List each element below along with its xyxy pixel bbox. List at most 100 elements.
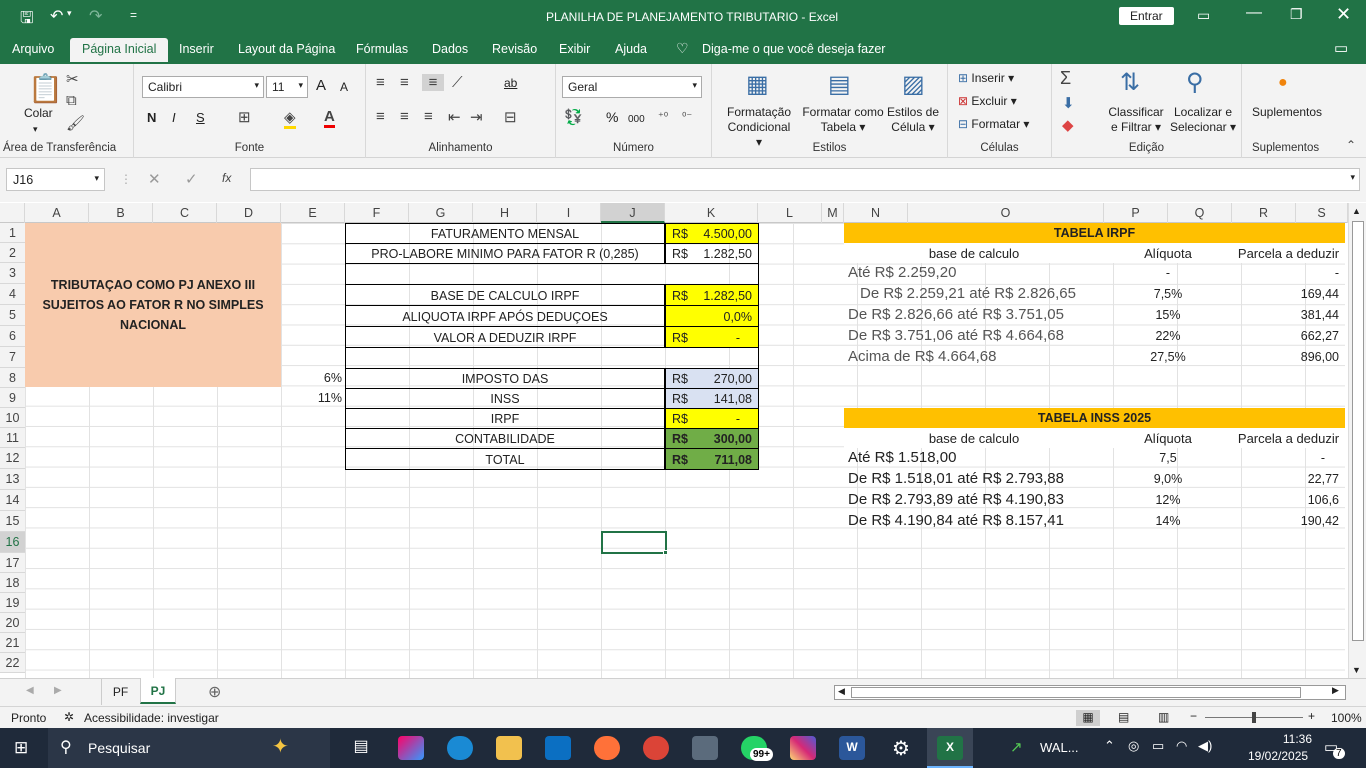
cell-styles-icon[interactable]: ▨ xyxy=(902,70,925,99)
base-value[interactable]: R$ 1.282,50 xyxy=(665,284,759,306)
contab-label[interactable]: CONTABILIDADE xyxy=(345,428,665,449)
tab-exibir[interactable]: Exibir xyxy=(559,42,590,56)
inss-row-aliq[interactable]: 7,5 xyxy=(1104,451,1232,465)
comments-icon[interactable]: ▭ xyxy=(1334,39,1348,57)
align-middle-icon[interactable]: ≡ xyxy=(400,74,409,91)
comma-style-button[interactable]: 000 xyxy=(628,112,645,127)
col-header-d[interactable]: D xyxy=(217,203,281,223)
find-select-icon[interactable]: ⚲ xyxy=(1186,68,1204,97)
increase-decimal-icon[interactable]: ⁺⁰ xyxy=(658,110,668,123)
file-explorer-icon[interactable] xyxy=(496,736,522,760)
inss-row-base[interactable]: Até R$ 1.518,00 xyxy=(848,449,1104,469)
das-label[interactable]: IMPOSTO DAS xyxy=(345,368,665,389)
normal-view-icon[interactable]: ▦ xyxy=(1076,710,1100,726)
total-label[interactable]: TOTAL xyxy=(345,448,665,470)
inss-row-aliq[interactable]: 12% xyxy=(1104,493,1232,507)
total-value[interactable]: R$ 711,08 xyxy=(665,448,759,470)
row-header-8[interactable]: 8 xyxy=(0,368,25,388)
irpf-row-base[interactable]: De R$ 2.826,66 até R$ 3.751,05 xyxy=(848,306,1104,326)
camera-icon[interactable]: ◎ xyxy=(1128,738,1139,754)
vertical-scrollbar[interactable]: ▲ ▼ xyxy=(1348,203,1366,678)
row-header-9[interactable]: 9 xyxy=(0,388,25,408)
horizontal-scrollbar[interactable]: ◀ xyxy=(834,685,1346,700)
col-header-k[interactable]: K xyxy=(665,203,758,223)
row-header-19[interactable]: 19 xyxy=(0,593,25,613)
inss-row-base[interactable]: De R$ 1.518,01 até R$ 2.793,88 xyxy=(848,470,1104,490)
sort-filter-button[interactable]: Classificar e Filtrar ▾ xyxy=(1106,105,1166,135)
row-header-4[interactable]: 4 xyxy=(0,284,25,305)
sort-filter-icon[interactable]: ⇅ xyxy=(1120,68,1140,97)
tab-sheet-pj[interactable]: PJ xyxy=(140,678,176,704)
font-family-select[interactable]: Calibri ▾ xyxy=(142,76,264,98)
row-header-3[interactable]: 3 xyxy=(0,263,25,284)
col-header-l[interactable]: L xyxy=(758,203,822,223)
tab-inserir[interactable]: Inserir xyxy=(179,42,214,56)
row-header-14[interactable]: 14 xyxy=(0,490,25,511)
stock-icon[interactable]: ↗ xyxy=(1010,738,1023,756)
ribbon-display-icon[interactable]: ▭ xyxy=(1197,7,1210,24)
copilot-icon[interactable] xyxy=(398,736,424,760)
col-header-m[interactable]: M xyxy=(822,203,844,223)
col-header-g[interactable]: G xyxy=(409,203,473,223)
col-header-h[interactable]: H xyxy=(473,203,537,223)
borders-icon[interactable]: ⊞ xyxy=(238,108,251,126)
irpf-row-base[interactable]: Acima de R$ 4.664,68 xyxy=(848,348,1104,368)
tab-dados[interactable]: Dados xyxy=(432,42,468,56)
insert-function-icon[interactable]: fx xyxy=(222,171,231,185)
autosum-icon[interactable]: Σ xyxy=(1060,68,1071,89)
addins-button[interactable]: Suplementos xyxy=(1252,105,1322,120)
accessibility-icon[interactable]: ✲ xyxy=(64,710,74,724)
format-painter-icon[interactable]: 🖌 xyxy=(66,114,85,132)
zoom-in-icon[interactable]: + xyxy=(1308,709,1315,723)
irpf-row-ded[interactable]: 381,44 xyxy=(1232,308,1339,322)
irpf-table-h2[interactable]: Alíquota xyxy=(1104,243,1232,263)
name-box[interactable]: J16 ▾ xyxy=(6,168,105,191)
excel-taskbar-button[interactable]: X xyxy=(927,728,973,768)
prev-sheet-icon[interactable]: ◀ xyxy=(26,685,34,696)
irpf-row-aliq[interactable]: 15% xyxy=(1104,308,1232,322)
bold-button[interactable]: N xyxy=(147,110,156,125)
inss-table-h1[interactable]: base de calculo xyxy=(844,428,1104,448)
irpf-row-aliq[interactable]: - xyxy=(1104,266,1232,280)
aliquota-value[interactable]: 0,0% xyxy=(665,305,759,327)
undo-dropdown-icon[interactable]: ▾ xyxy=(67,8,72,19)
scroll-left-icon[interactable]: ◀ xyxy=(838,686,845,697)
fill-handle[interactable] xyxy=(663,550,668,555)
scroll-down-icon[interactable]: ▼ xyxy=(1352,665,1361,675)
row-header-18[interactable]: 18 xyxy=(0,573,25,593)
irpf-table-title[interactable]: TABELA IRPF xyxy=(844,223,1345,243)
inss-row-aliq[interactable]: 14% xyxy=(1104,514,1232,528)
customize-qat-icon[interactable]: = xyxy=(130,8,137,22)
undo-icon[interactable]: ↶ xyxy=(50,6,63,26)
zoom-out-icon[interactable]: − xyxy=(1190,709,1197,723)
inss-row-ded[interactable]: 190,42 xyxy=(1232,514,1339,528)
accessibility-status[interactable]: Acessibilidade: investigar xyxy=(84,711,219,725)
worksheet-grid[interactable]: TRIBUTAÇAO COMO PJ ANEXO III SUJEITOS AO… xyxy=(25,223,1345,678)
deduzir-value[interactable]: R$ - xyxy=(665,326,759,348)
inss-label[interactable]: INSS xyxy=(345,388,665,409)
percent-button[interactable]: % xyxy=(606,110,618,125)
next-sheet-icon[interactable]: ▶ xyxy=(54,685,62,696)
base-label[interactable]: BASE DE CALCULO IRPF xyxy=(345,284,665,306)
blank-row-3[interactable] xyxy=(345,263,759,285)
col-header-a[interactable]: A xyxy=(25,203,89,223)
mail-icon[interactable] xyxy=(545,736,571,760)
fill-color-icon[interactable]: ◈ xyxy=(284,108,296,129)
col-header-p[interactable]: P xyxy=(1104,203,1168,223)
zoom-slider-thumb[interactable] xyxy=(1252,712,1256,723)
wifi-icon[interactable]: ◠ xyxy=(1176,738,1187,754)
tab-pagina-inicial[interactable]: Página Inicial xyxy=(70,38,169,64)
save-icon[interactable]: 🖫 xyxy=(20,7,34,34)
deduzir-label[interactable]: VALOR A DEDUZIR IRPF xyxy=(345,326,665,348)
tab-layout[interactable]: Layout da Página xyxy=(238,42,335,56)
accounting-format-icon[interactable]: 💱 xyxy=(564,108,583,126)
tab-sheet-pf[interactable]: PF xyxy=(101,679,139,705)
irpf-row-aliq[interactable]: 7,5% xyxy=(1104,287,1232,301)
firefox-icon[interactable] xyxy=(594,736,620,760)
irpf-value[interactable]: R$ - xyxy=(665,408,759,429)
row-header-21[interactable]: 21 xyxy=(0,633,25,653)
faturamento-value[interactable]: R$ 4.500,00 xyxy=(665,223,759,244)
inss-row-ded[interactable]: 106,6 xyxy=(1232,493,1339,507)
prolabore-label[interactable]: PRO-LABORE MINIMO PARA FATOR R (0,285) xyxy=(345,243,665,264)
contab-value[interactable]: R$ 300,00 xyxy=(665,428,759,449)
